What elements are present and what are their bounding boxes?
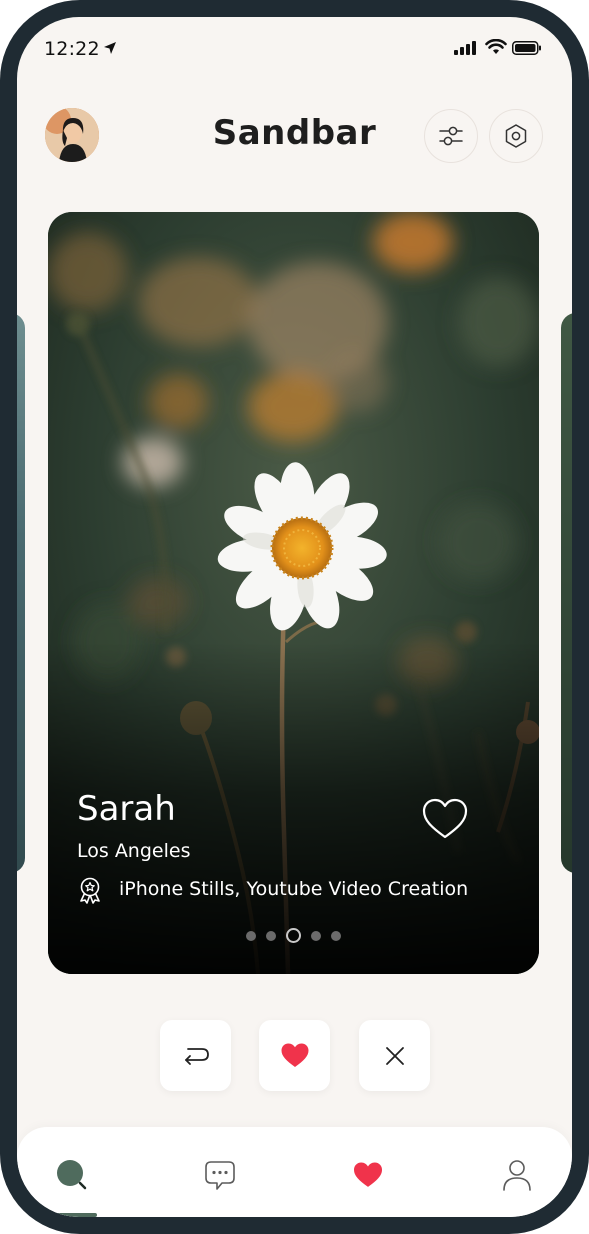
battery-icon bbox=[512, 41, 541, 55]
rewind-button[interactable] bbox=[160, 1020, 231, 1091]
chat-bubble-icon bbox=[205, 1161, 235, 1190]
tab-messages[interactable] bbox=[200, 1155, 240, 1195]
status-bar: 12:22 bbox=[17, 17, 572, 79]
wifi-icon bbox=[485, 39, 507, 54]
profile-card[interactable]: Sarah Los Angeles iPhone Stills, Youtube… bbox=[48, 212, 539, 974]
sliders-icon bbox=[439, 126, 463, 146]
discover-search-icon bbox=[57, 1160, 87, 1190]
photo-pagination bbox=[48, 928, 539, 943]
award-badge-icon bbox=[80, 877, 100, 904]
app-screen: 12:22 Sandbar Sarah Los Angeles iPhone S… bbox=[17, 17, 572, 1217]
tab-likes[interactable] bbox=[348, 1155, 388, 1195]
signal-icon bbox=[454, 41, 476, 55]
photo-dot-active[interactable] bbox=[286, 928, 301, 943]
pass-button[interactable] bbox=[359, 1020, 430, 1091]
tab-profile[interactable] bbox=[497, 1155, 537, 1195]
settings-button[interactable] bbox=[489, 109, 543, 163]
next-card-peek bbox=[561, 313, 572, 873]
previous-card-peek bbox=[17, 313, 25, 873]
photo-dot[interactable] bbox=[331, 930, 341, 941]
heart-icon bbox=[281, 1043, 308, 1067]
hexagon-settings-icon bbox=[505, 124, 527, 148]
close-icon bbox=[385, 1046, 404, 1065]
status-time: 12:22 bbox=[44, 38, 100, 60]
user-profile-icon bbox=[503, 1160, 531, 1191]
photo-dot[interactable] bbox=[246, 930, 256, 941]
heart-outline-icon[interactable] bbox=[421, 797, 469, 841]
filters-button[interactable] bbox=[424, 109, 478, 163]
like-button[interactable] bbox=[259, 1020, 330, 1091]
rewind-arrow-icon bbox=[184, 1047, 209, 1065]
profile-location: Los Angeles bbox=[77, 840, 191, 862]
photo-dot[interactable] bbox=[266, 930, 276, 941]
photo-dot[interactable] bbox=[311, 930, 321, 941]
active-tab-indicator bbox=[54, 1213, 97, 1217]
phone-frame: 12:22 Sandbar Sarah Los Angeles iPhone S… bbox=[0, 0, 589, 1234]
heart-tab-icon bbox=[354, 1162, 382, 1187]
location-arrow-icon bbox=[104, 42, 116, 54]
tab-discover[interactable] bbox=[52, 1155, 92, 1195]
bottom-tab-bar bbox=[17, 1127, 572, 1217]
profile-name: Sarah bbox=[77, 789, 176, 829]
profile-interests: iPhone Stills, Youtube Video Creation bbox=[119, 878, 469, 900]
